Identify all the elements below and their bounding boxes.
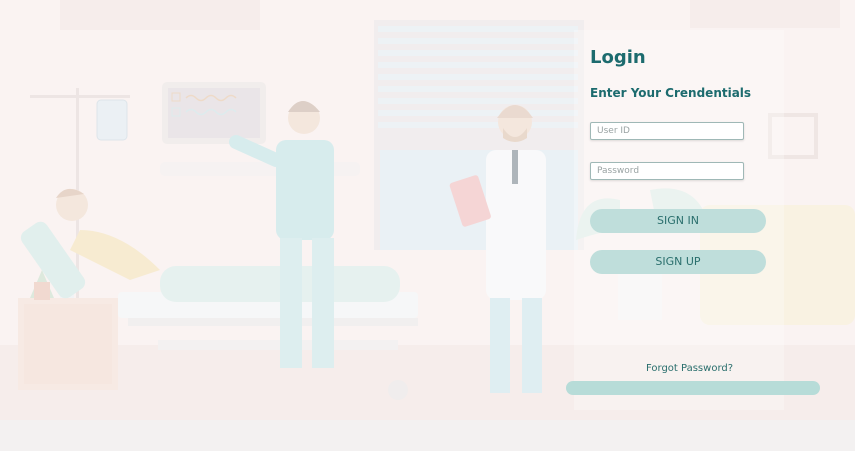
sign-in-button[interactable]: SIGN IN [590,209,766,233]
forgot-password-link[interactable]: Forgot Password? [646,363,733,374]
sign-up-button[interactable]: SIGN UP [590,250,766,274]
userid-input[interactable] [590,122,744,140]
bottom-strip [0,420,855,451]
forgot-password-bar [566,381,820,395]
password-input[interactable] [590,162,744,180]
login-title: Login [590,47,646,68]
credentials-subtitle: Enter Your Crendentials [590,86,752,100]
